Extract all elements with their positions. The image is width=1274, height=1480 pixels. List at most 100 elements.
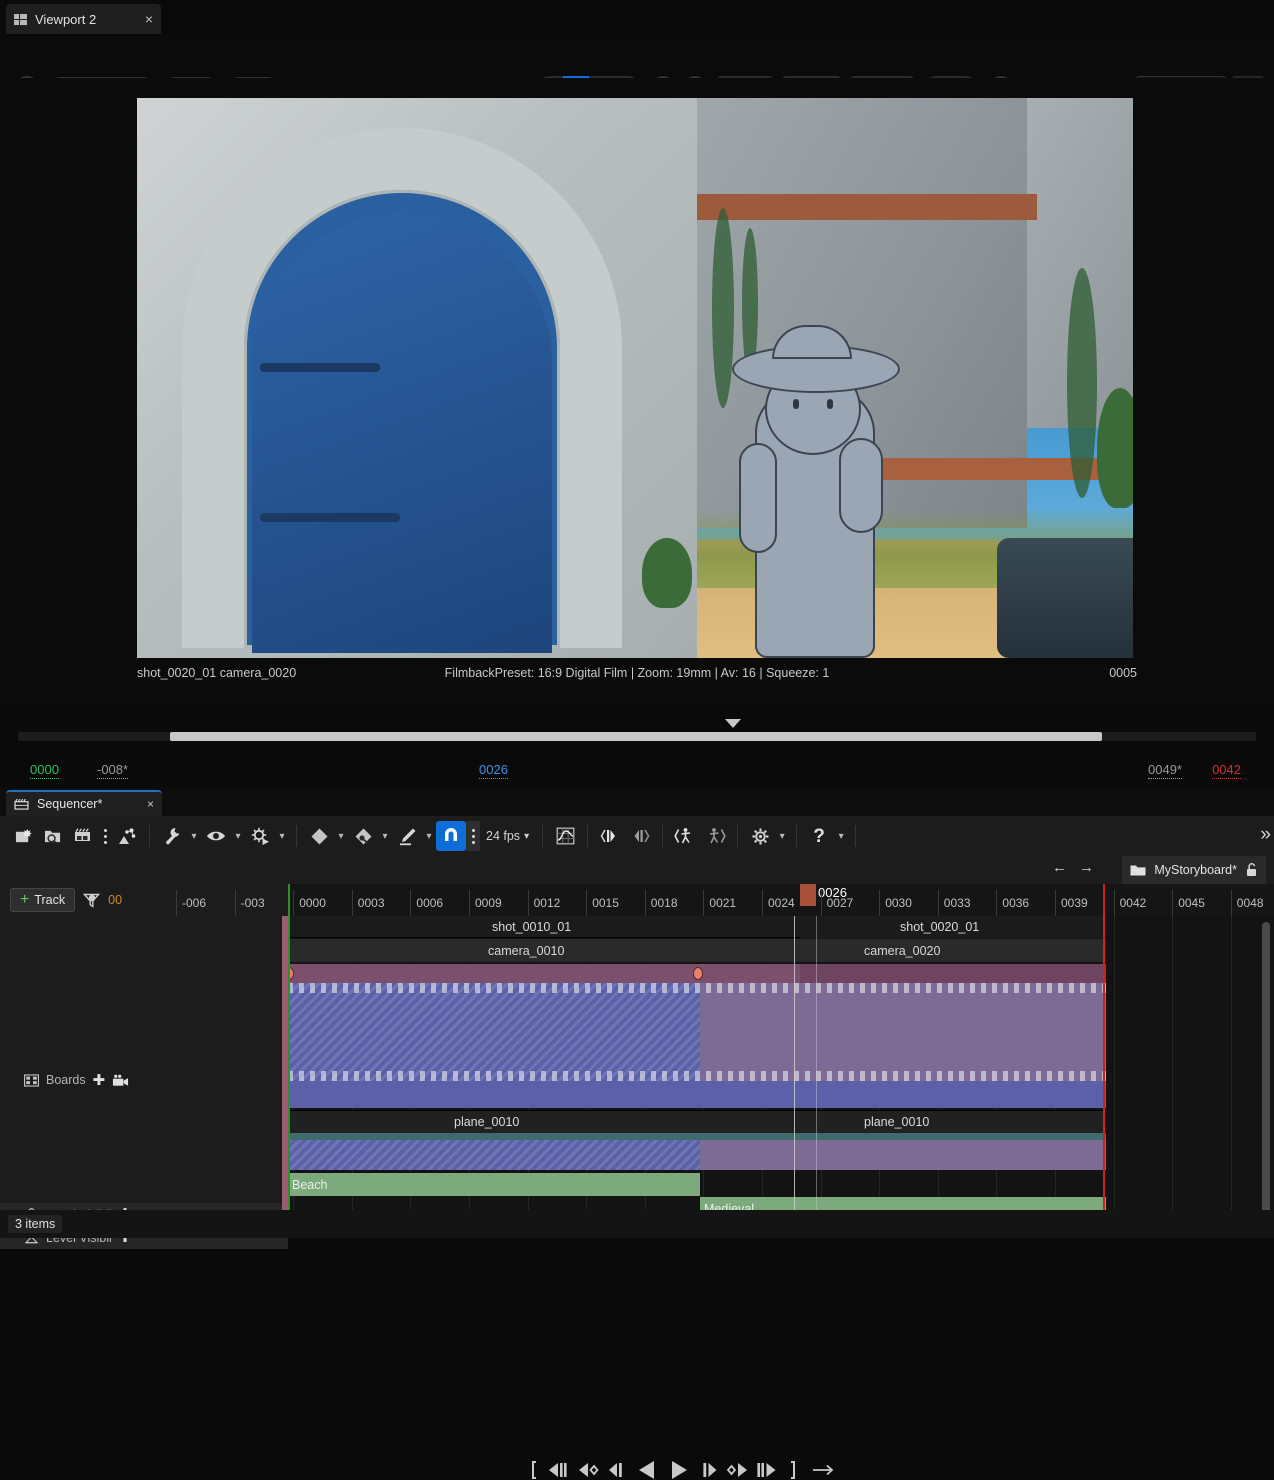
snap-toggle-button[interactable] [436, 821, 466, 851]
clip-block-right[interactable] [700, 983, 1106, 1081]
sequencer-panel: Sequencer* × [0, 788, 1274, 1238]
open-sequence-button[interactable] [38, 821, 68, 851]
view-options-caret[interactable]: ▾ [231, 821, 245, 851]
auto-key-button[interactable] [392, 821, 422, 851]
level-clip-medieval[interactable]: Medieval [700, 1197, 1106, 1210]
plane-clip-right[interactable] [700, 1140, 1106, 1170]
arrow-left-icon[interactable]: ← [1052, 859, 1067, 876]
unlock-icon[interactable] [1245, 863, 1258, 877]
key-interpolation-caret[interactable]: ▾ [334, 821, 348, 851]
step-back-icon [548, 1462, 570, 1478]
sequence-options-button[interactable] [98, 821, 112, 851]
close-icon[interactable]: × [147, 797, 154, 811]
next-key-button[interactable] [726, 1462, 748, 1478]
jump-to-start-button[interactable] [530, 1461, 540, 1479]
key-group-button[interactable] [348, 821, 378, 851]
save-sequence-button[interactable] [68, 821, 98, 851]
step-back-frames-button[interactable] [548, 1462, 570, 1478]
character-silhouette [727, 333, 922, 658]
general-options-button[interactable] [157, 821, 187, 851]
add-track-button[interactable]: + Track [10, 888, 75, 912]
playhead-marker[interactable] [800, 884, 816, 906]
filter-count-label[interactable]: 00 [108, 893, 122, 907]
play-reverse-icon [638, 1460, 656, 1480]
step-forward-frames-button[interactable] [756, 1462, 778, 1478]
close-icon[interactable]: × [145, 12, 153, 26]
boards-track-row[interactable]: Boards ✚ [0, 1066, 288, 1094]
filter-button[interactable] [83, 893, 100, 908]
breadcrumb[interactable]: MyStoryboard* [1122, 856, 1266, 884]
previous-marker-button[interactable] [595, 821, 625, 851]
curve-editor-button[interactable] [550, 821, 580, 851]
clip-footer-bar[interactable] [288, 1081, 1106, 1108]
ruler-tick [352, 890, 353, 916]
ruler-tick [1114, 890, 1115, 916]
start-frame-field[interactable]: 0000 [30, 762, 59, 779]
auto-key-caret[interactable]: ▾ [422, 821, 436, 851]
playback-options-button[interactable] [245, 821, 275, 851]
next-shot-button[interactable] [700, 821, 730, 851]
play-forward-button[interactable] [670, 1460, 688, 1480]
toolbar-divider [737, 825, 738, 847]
barrel [997, 538, 1133, 658]
level-clip-beach[interactable]: Beach [288, 1173, 700, 1196]
scrub-playhead[interactable] [725, 719, 741, 728]
playback-end-line [1103, 884, 1105, 916]
keyframe-marker[interactable] [693, 967, 703, 980]
shot-row-right[interactable]: shot_0020_01 [800, 916, 1106, 938]
previous-shot-button[interactable] [670, 821, 700, 851]
end-frame-field[interactable]: 0042 [1212, 762, 1241, 779]
current-frame-field[interactable]: 0026 [479, 762, 508, 779]
scrub-track[interactable] [18, 732, 1256, 741]
play-reverse-button[interactable] [638, 1460, 656, 1480]
key-group-caret[interactable]: ▾ [378, 821, 392, 851]
viewport-tab[interactable]: Viewport 2 × [6, 4, 161, 34]
out-frame-field[interactable]: 0049* [1148, 762, 1182, 779]
clip-block-left[interactable] [288, 983, 700, 1081]
step-forward-one-button[interactable] [702, 1462, 718, 1478]
in-frame-field[interactable]: -008* [97, 762, 128, 779]
plane-strip-teal[interactable] [288, 1133, 1106, 1140]
timeline-playhead-line[interactable] [794, 916, 795, 1210]
timeline-tracks[interactable]: shot_0010_01 shot_0020_01 camera_0010 ca… [288, 916, 1274, 1210]
sequencer-tab[interactable]: Sequencer* × [6, 790, 162, 816]
keyframe-bar-right[interactable] [800, 964, 1106, 983]
sequencer-settings-button[interactable] [745, 821, 775, 851]
loop-mode-button[interactable] [812, 1463, 834, 1477]
toolbar-expand-button[interactable]: » [1260, 824, 1266, 846]
help-caret[interactable]: ▾ [834, 821, 848, 851]
scrub-range[interactable] [170, 732, 1102, 741]
playback-options-caret[interactable]: ▾ [275, 821, 289, 851]
plane-row[interactable]: plane_0010 plane_0010 [288, 1110, 1106, 1133]
snap-options-button[interactable] [466, 821, 480, 851]
timeline-scrollbar[interactable] [1262, 922, 1270, 1210]
movie-camera-icon[interactable] [112, 1074, 129, 1087]
ruler-tick [996, 890, 997, 916]
step-back-one-button[interactable] [608, 1462, 624, 1478]
toolbar-divider [296, 825, 297, 847]
ruler-tick [528, 890, 529, 916]
camera-row[interactable]: camera_0010 camera_0020 [288, 939, 1106, 963]
actions-button[interactable] [112, 821, 142, 851]
diamond-keyed-icon [354, 827, 373, 846]
jump-to-end-button[interactable] [788, 1461, 798, 1479]
open-folder-search-icon [44, 828, 62, 845]
next-marker-button[interactable] [625, 821, 655, 851]
key-interpolation-button[interactable] [304, 821, 334, 851]
character-arm-right [839, 438, 883, 533]
timeline-ruler[interactable]: 0026 -006-003000000030006000900120015001… [288, 884, 1274, 916]
rendered-frame[interactable] [137, 98, 1133, 658]
fps-selector[interactable]: 24 fps ▾ [480, 829, 535, 843]
arrow-right-icon[interactable]: → [1079, 859, 1094, 876]
view-options-button[interactable] [201, 821, 231, 851]
previous-key-button[interactable] [578, 1462, 600, 1478]
ruler-tick-label: 0033 [944, 896, 971, 910]
help-button[interactable]: ? [804, 821, 834, 851]
keyframe-bar-left[interactable] [288, 964, 800, 983]
sequencer-toolbar: ▾ ▾ ▾ ▾ [0, 816, 1274, 856]
add-boards-track-button[interactable]: ✚ [93, 1073, 106, 1088]
plane-clip-left[interactable] [288, 1140, 700, 1170]
sequencer-settings-caret[interactable]: ▾ [775, 821, 789, 851]
general-options-caret[interactable]: ▾ [187, 821, 201, 851]
new-sequence-button[interactable] [8, 821, 38, 851]
